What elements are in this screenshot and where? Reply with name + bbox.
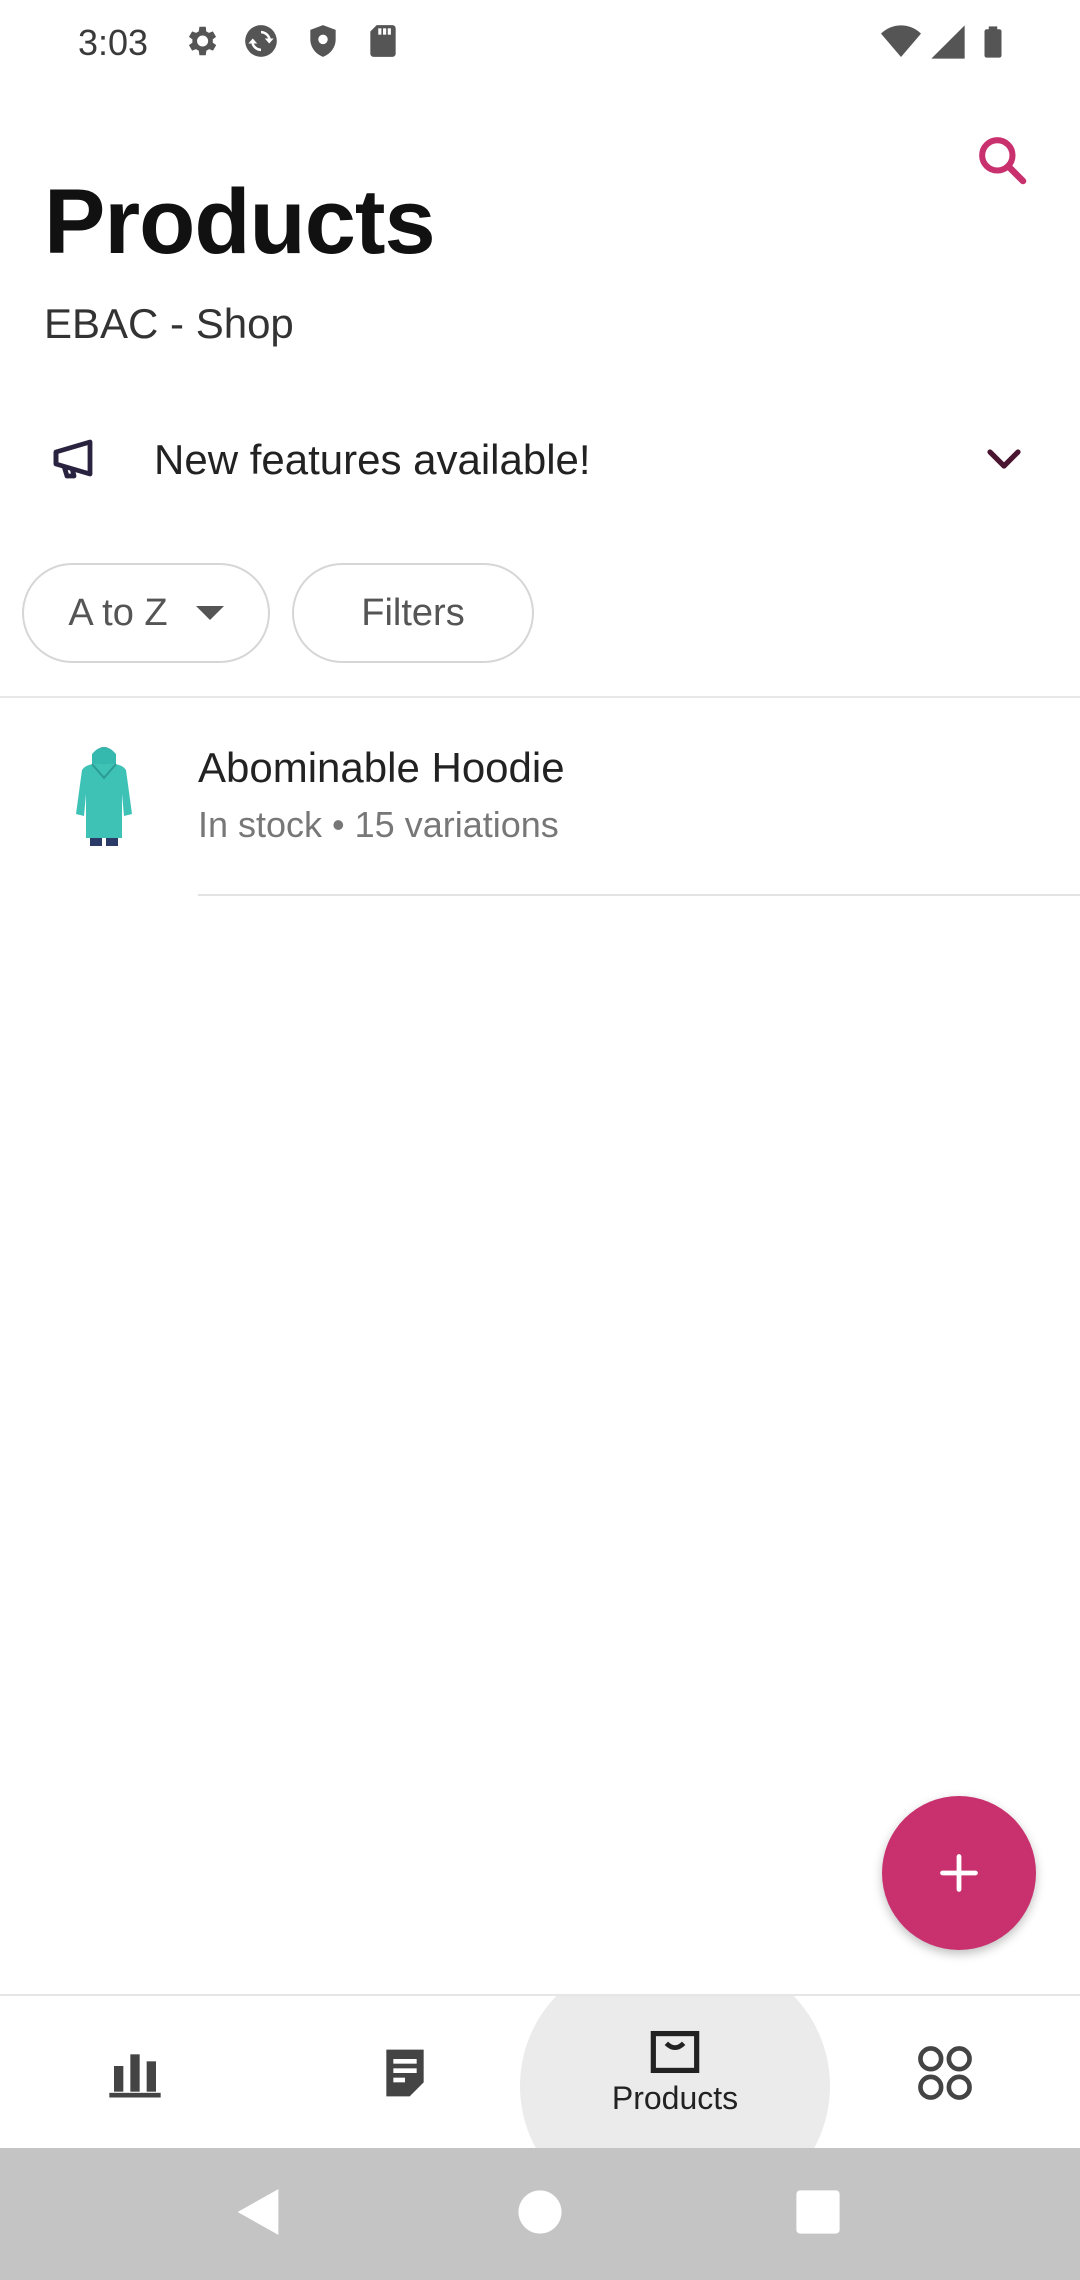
status-bar: 3:03	[0, 0, 1080, 90]
chevron-down-icon[interactable]	[980, 436, 1028, 484]
bottom-navigation: Products	[0, 1994, 1080, 2148]
page-title: Products	[44, 171, 436, 273]
cell-signal-icon	[931, 25, 965, 59]
recents-icon[interactable]	[794, 2184, 842, 2240]
more-icon	[918, 2046, 972, 2100]
search-button[interactable]	[966, 124, 1038, 196]
system-navigation-bar	[0, 2148, 1080, 2280]
sort-chip-label: A to Z	[68, 591, 168, 634]
home-icon[interactable]	[516, 2184, 564, 2240]
sd-card-icon	[370, 25, 396, 57]
list-divider	[0, 696, 1080, 698]
announcement-text: New features available!	[154, 436, 591, 483]
nav-label-products: Products	[611, 2079, 739, 2116]
orders-icon	[386, 2049, 424, 2097]
shield-icon	[310, 25, 336, 57]
wifi-icon	[881, 25, 921, 57]
nav-item-stats[interactable]	[0, 1996, 270, 2148]
page-subtitle: EBAC - Shop	[44, 300, 294, 347]
filters-chip[interactable]: Filters	[292, 563, 534, 663]
product-name: Abominable Hoodie	[198, 744, 565, 791]
row-divider	[198, 894, 1080, 896]
nav-item-orders[interactable]	[270, 1996, 540, 2148]
nav-item-products[interactable]: Products	[540, 1996, 810, 2148]
search-icon	[979, 137, 1027, 185]
filters-chip-label: Filters	[361, 591, 465, 634]
battery-icon	[984, 26, 1002, 58]
back-icon[interactable]	[232, 2184, 284, 2240]
sync-icon	[245, 25, 277, 57]
plus-icon	[940, 1854, 978, 1892]
sort-chip[interactable]: A to Z	[22, 563, 270, 663]
screen: 3:03 Products EBAC - Shop New features a…	[0, 0, 1080, 2280]
product-stock-variations: In stock • 15 variations	[198, 804, 559, 845]
nav-item-more[interactable]	[810, 1996, 1080, 2148]
product-list-item[interactable]: Abominable Hoodie In stock • 15 variatio…	[0, 700, 1080, 896]
megaphone-icon	[53, 439, 93, 479]
status-time: 3:03	[78, 22, 149, 63]
dropdown-caret-icon	[195, 606, 224, 620]
add-product-button[interactable]	[882, 1796, 1036, 1950]
product-thumbnail	[66, 742, 142, 846]
stats-icon	[109, 2054, 161, 2098]
feature-announcement[interactable]: New features available!	[0, 400, 1080, 520]
gear-icon	[188, 26, 217, 56]
products-icon	[650, 2030, 700, 2073]
